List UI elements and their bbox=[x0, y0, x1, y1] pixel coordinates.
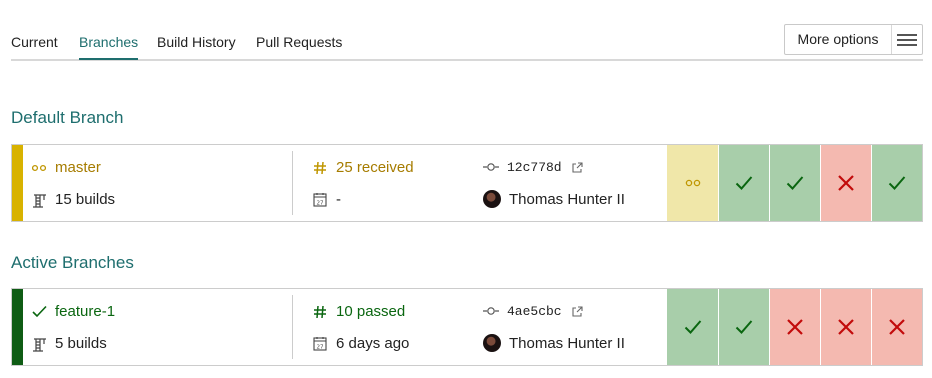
check-icon bbox=[888, 176, 906, 190]
commit-author: Thomas Hunter II bbox=[483, 334, 625, 352]
hash-icon bbox=[312, 304, 328, 320]
author-name: Thomas Hunter II bbox=[509, 334, 625, 352]
branch-row-feature-1[interactable]: feature-1 5 builds 10 passed 27 6 days a… bbox=[11, 288, 923, 366]
tab-pull-requests[interactable]: Pull Requests bbox=[256, 34, 342, 58]
hash-icon bbox=[312, 160, 328, 176]
crane-icon bbox=[31, 192, 47, 208]
branch-name: master bbox=[55, 159, 101, 176]
status-accent-bar bbox=[12, 145, 23, 221]
calendar-icon: 27 bbox=[312, 336, 328, 352]
commit-icon bbox=[483, 159, 499, 175]
tab-current[interactable]: Current bbox=[11, 34, 58, 58]
cross-icon bbox=[787, 319, 803, 335]
column-divider bbox=[292, 295, 293, 359]
build-status-passed[interactable] bbox=[718, 145, 769, 221]
external-link-icon[interactable] bbox=[570, 303, 586, 319]
build-status-failed[interactable] bbox=[871, 289, 922, 365]
build-number-link[interactable]: 10 passed bbox=[312, 303, 405, 320]
branch-name-link[interactable]: master bbox=[31, 159, 101, 176]
builds-count: 15 builds bbox=[31, 191, 115, 208]
pending-dots-icon bbox=[685, 179, 700, 187]
calendar-icon: 27 bbox=[312, 192, 328, 208]
author-name: Thomas Hunter II bbox=[509, 190, 625, 208]
status-accent-bar bbox=[12, 289, 23, 365]
branch-row-master[interactable]: master 15 builds 25 received 27 - 12c778… bbox=[11, 144, 923, 222]
commit-sha: 12c778d bbox=[507, 159, 562, 175]
check-icon bbox=[684, 320, 701, 334]
active-branches-heading: Active Branches bbox=[11, 253, 134, 272]
build-status-passed[interactable] bbox=[718, 289, 769, 365]
build-date: 27 - bbox=[312, 191, 341, 208]
branch-name-link[interactable]: feature-1 bbox=[31, 303, 115, 320]
more-options-label: More options bbox=[785, 25, 892, 54]
avatar bbox=[483, 190, 501, 208]
commit-author: Thomas Hunter II bbox=[483, 190, 625, 208]
build-status-failed[interactable] bbox=[769, 289, 820, 365]
column-divider bbox=[292, 151, 293, 215]
pending-dots-icon bbox=[31, 160, 47, 176]
cross-icon bbox=[889, 319, 905, 335]
builds-count-label: 5 builds bbox=[55, 335, 107, 352]
tab-build-history[interactable]: Build History bbox=[157, 34, 236, 58]
builds-count: 5 builds bbox=[31, 335, 107, 352]
svg-text:27: 27 bbox=[317, 345, 324, 351]
crane-icon bbox=[31, 336, 47, 352]
check-icon bbox=[31, 304, 47, 320]
cross-icon bbox=[838, 175, 854, 191]
commit-link[interactable]: 4ae5cbc bbox=[483, 303, 594, 319]
default-branch-heading: Default Branch bbox=[11, 108, 124, 127]
commit-icon bbox=[483, 303, 499, 319]
svg-text:27: 27 bbox=[317, 201, 324, 207]
build-number: 10 passed bbox=[336, 303, 406, 320]
check-icon bbox=[735, 320, 753, 334]
hamburger-icon[interactable] bbox=[892, 25, 922, 54]
build-date-label: 6 days ago bbox=[336, 335, 410, 352]
build-number-link[interactable]: 25 received bbox=[312, 159, 414, 176]
build-status-pending[interactable] bbox=[667, 145, 718, 221]
avatar bbox=[483, 334, 501, 352]
external-link-icon[interactable] bbox=[570, 159, 586, 175]
build-history bbox=[667, 289, 922, 365]
branch-name: feature-1 bbox=[55, 303, 116, 320]
build-status-passed[interactable] bbox=[871, 145, 922, 221]
build-history bbox=[667, 145, 922, 221]
build-status-failed[interactable] bbox=[820, 289, 871, 365]
build-status-passed[interactable] bbox=[769, 145, 820, 221]
commit-link[interactable]: 12c778d bbox=[483, 159, 594, 175]
build-number: 25 received bbox=[336, 159, 414, 176]
build-status-failed[interactable] bbox=[820, 145, 871, 221]
tab-bar: Current Branches Build History Pull Requ… bbox=[11, 24, 923, 61]
commit-sha: 4ae5cbc bbox=[507, 303, 562, 319]
more-options-button[interactable]: More options bbox=[784, 24, 923, 55]
check-icon bbox=[786, 176, 804, 190]
cross-icon bbox=[838, 319, 854, 335]
build-date-label: - bbox=[336, 191, 341, 208]
build-status-passed[interactable] bbox=[667, 289, 718, 365]
build-date: 27 6 days ago bbox=[312, 335, 409, 352]
check-icon bbox=[735, 176, 753, 190]
builds-count-label: 15 builds bbox=[55, 191, 116, 208]
tab-branches[interactable]: Branches bbox=[79, 34, 139, 60]
